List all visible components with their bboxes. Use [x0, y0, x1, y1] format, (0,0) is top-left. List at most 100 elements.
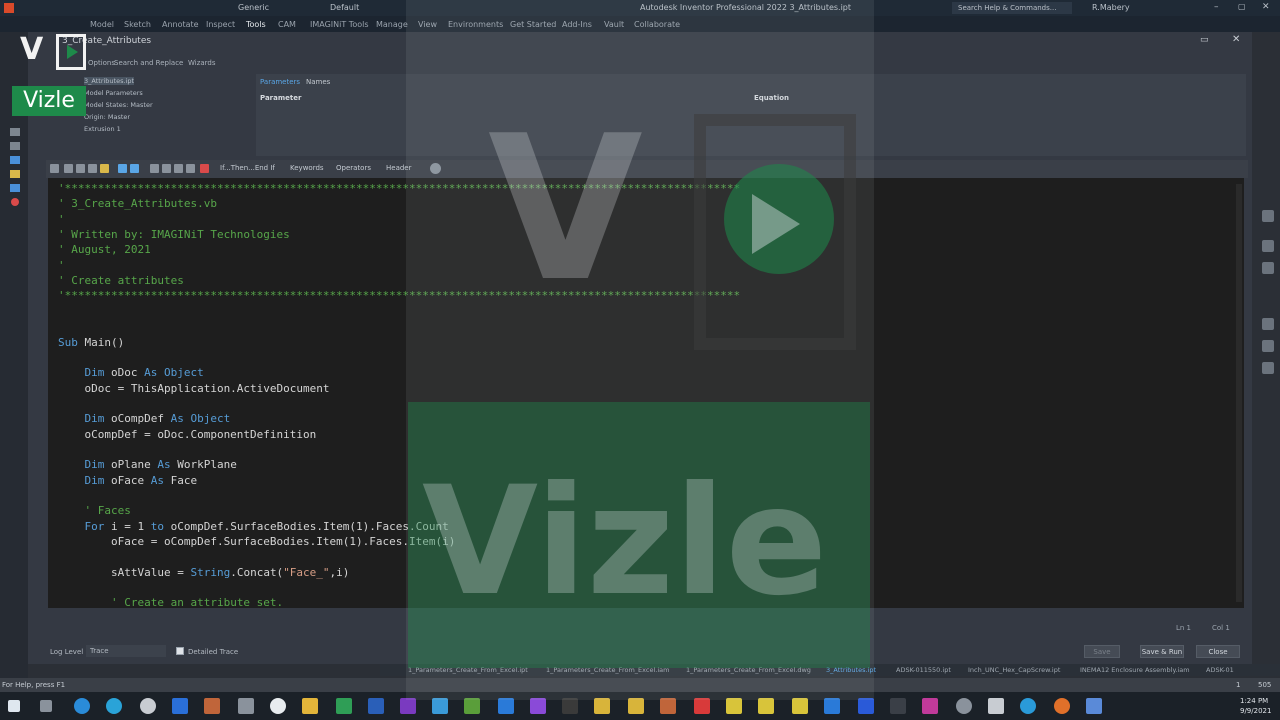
snip-icon[interactable] — [432, 698, 448, 714]
tab-add-ins[interactable]: Add-Ins — [562, 20, 592, 29]
clock-date[interactable]: 9/9/2021 — [1240, 707, 1271, 715]
editor-scrollbar[interactable] — [1236, 184, 1242, 602]
terminal-icon[interactable] — [562, 698, 578, 714]
uncomment-icon[interactable] — [186, 164, 195, 173]
inventor-ilogic-2-icon[interactable] — [628, 698, 644, 714]
tab-manage[interactable]: Manage — [376, 20, 408, 29]
edge-dev-icon[interactable] — [106, 698, 122, 714]
word-icon[interactable] — [368, 698, 384, 714]
inventor-ilogic-icon[interactable] — [594, 698, 610, 714]
tree-item[interactable]: Origin: Master — [84, 113, 130, 121]
bookmark-icon[interactable] — [200, 164, 209, 173]
user-name[interactable]: R.Mabery — [1092, 3, 1130, 12]
workspace-dropdown[interactable]: Generic — [238, 3, 269, 12]
inventor-active-icon[interactable] — [660, 698, 676, 714]
revit-icon[interactable] — [824, 698, 840, 714]
factory-icon[interactable] — [792, 698, 808, 714]
cortana-icon[interactable] — [1020, 698, 1036, 714]
save-run-button[interactable]: Save & Run — [1140, 645, 1184, 658]
undo-icon[interactable] — [118, 164, 127, 173]
detailed-trace-checkbox[interactable] — [176, 647, 184, 655]
axis-icon[interactable] — [10, 184, 20, 192]
dialog-close-action-button[interactable]: Close — [1196, 645, 1240, 658]
comment-icon[interactable] — [174, 164, 183, 173]
tree-item[interactable]: Model States: Master — [84, 101, 153, 109]
tab-model[interactable]: Model — [90, 20, 114, 29]
windows-start-icon[interactable] — [8, 700, 20, 712]
task-view-icon[interactable] — [40, 700, 52, 712]
app-icon[interactable] — [890, 698, 906, 714]
workfolder-icon[interactable] — [10, 170, 20, 178]
tab-imaginit-tools[interactable]: IMAGINiT Tools — [310, 20, 369, 29]
outdent-icon[interactable] — [162, 164, 171, 173]
tab-tools[interactable]: Tools — [246, 20, 266, 29]
cut-icon[interactable] — [50, 164, 59, 173]
view-cube-icon[interactable] — [1262, 210, 1274, 222]
tab-names[interactable]: Names — [306, 78, 330, 86]
tree-item[interactable]: Extrusion 1 — [84, 125, 121, 133]
redo-icon[interactable] — [130, 164, 139, 173]
doc-tab[interactable]: 1_Parameters_Create_From_Excel.dwg — [686, 666, 811, 674]
gear-tray-icon[interactable] — [1086, 698, 1102, 714]
doc-tab[interactable]: Inch_UNC_Hex_CapScrew.ipt — [968, 666, 1060, 674]
zoom-icon[interactable] — [1262, 262, 1274, 274]
excel-icon[interactable] — [336, 698, 352, 714]
keyboard-icon[interactable] — [988, 698, 1004, 714]
code-editor[interactable]: '***************************************… — [48, 178, 1244, 609]
column-parameter[interactable]: Parameter — [260, 94, 301, 102]
notes-icon[interactable] — [464, 698, 480, 714]
tab-get-started[interactable]: Get Started — [510, 20, 556, 29]
tab-parameters[interactable]: Parameters — [260, 78, 300, 86]
doc-tab[interactable]: ADSK-01 — [1206, 666, 1234, 674]
vault-icon[interactable] — [726, 698, 742, 714]
notepad-icon[interactable] — [238, 698, 254, 714]
tab-environments[interactable]: Environments — [448, 20, 503, 29]
operators-menu[interactable]: Operators — [336, 164, 371, 172]
minimize-button[interactable]: – — [1214, 2, 1219, 12]
orbit-icon[interactable] — [1262, 318, 1274, 330]
tab-collaborate[interactable]: Collaborate — [634, 20, 680, 29]
file-explorer-icon[interactable] — [302, 698, 318, 714]
dialog-restore-button[interactable]: ▭ — [1200, 35, 1209, 45]
search-input[interactable]: Search Help & Commands... — [952, 2, 1072, 14]
tab-view[interactable]: View — [418, 20, 437, 29]
settings-app-icon[interactable] — [140, 698, 156, 714]
if-then-menu[interactable]: If...Then...End If — [220, 164, 275, 172]
close-window-button[interactable]: ✕ — [1262, 2, 1270, 12]
doc-tab[interactable]: INEMA12 Enclosure Assembly.iam — [1080, 666, 1190, 674]
tab-sketch[interactable]: Sketch — [124, 20, 151, 29]
tab-search-replace[interactable]: Search and Replace — [114, 59, 183, 67]
column-equation[interactable]: Equation — [754, 94, 789, 102]
look-at-icon[interactable] — [1262, 340, 1274, 352]
clock-time[interactable]: 1:24 PM — [1240, 697, 1268, 705]
log-level-select[interactable]: Trace — [86, 645, 166, 657]
header-menu[interactable]: Header — [386, 164, 412, 172]
folder-icon[interactable] — [10, 128, 20, 136]
tree-item[interactable]: 3_Attributes.ipt — [84, 77, 135, 85]
sketch-icon[interactable] — [10, 156, 20, 164]
delete-icon[interactable] — [64, 164, 73, 173]
autocad-icon[interactable] — [694, 698, 710, 714]
camera-icon[interactable] — [956, 698, 972, 714]
maximize-button[interactable]: ▢ — [1238, 2, 1246, 11]
keywords-menu[interactable]: Keywords — [290, 164, 324, 172]
onenote-icon[interactable] — [400, 698, 416, 714]
vault-2-icon[interactable] — [758, 698, 774, 714]
copy-icon[interactable] — [76, 164, 85, 173]
paste-icon[interactable] — [88, 164, 97, 173]
doc-tab[interactable]: 1_Parameters_Create_From_Excel.ipt — [408, 666, 528, 674]
clock-app-icon[interactable] — [270, 698, 286, 714]
outlook-icon[interactable] — [172, 698, 188, 714]
tab-annotate[interactable]: Annotate — [162, 20, 199, 29]
tab-options[interactable]: Options — [88, 59, 115, 67]
doc-tab[interactable]: 1_Parameters_Create_From_Excel.iam — [546, 666, 669, 674]
save-button[interactable]: Save — [1084, 645, 1120, 658]
firefox-icon[interactable] — [1054, 698, 1070, 714]
tab-cam[interactable]: CAM — [278, 20, 296, 29]
media-icon[interactable] — [922, 698, 938, 714]
edge-icon[interactable] — [74, 698, 90, 714]
pan-icon[interactable] — [1262, 240, 1274, 252]
end-of-part-icon[interactable] — [11, 198, 19, 206]
tab-wizards[interactable]: Wizards — [188, 59, 216, 67]
help-icon[interactable] — [430, 163, 441, 174]
